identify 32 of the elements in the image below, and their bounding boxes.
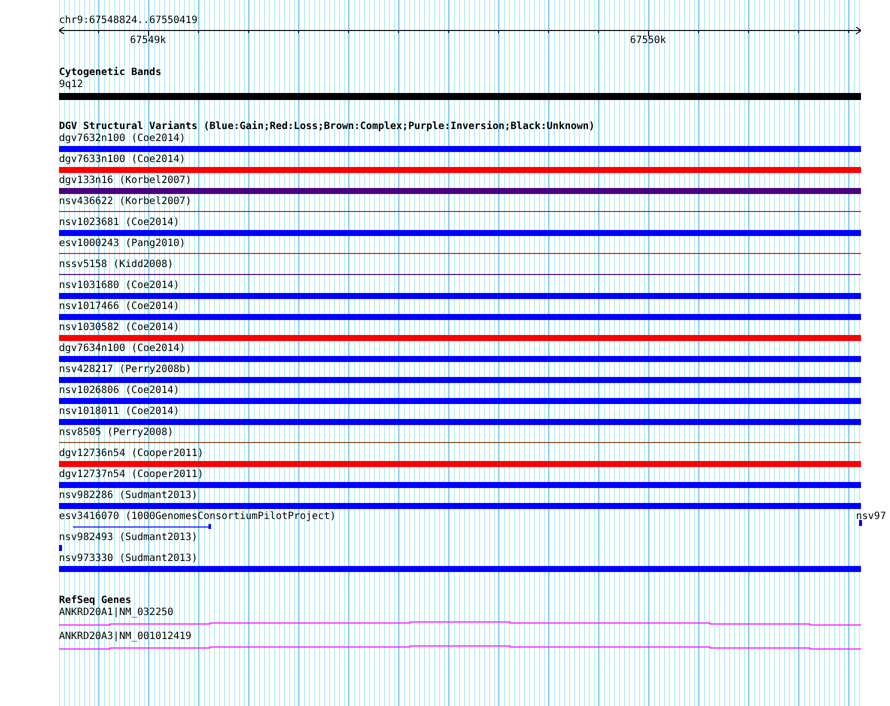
variant-mark xyxy=(859,520,862,526)
variant-label: nsv8505 (Perry2008) xyxy=(59,427,174,439)
variant-label: esv3416070 (1000GenomesConsortiumPilotProject) xyxy=(59,511,336,523)
tick-label: 67549k xyxy=(130,35,166,45)
variant-label: nsv1017466 (Coe2014) xyxy=(59,301,180,313)
gene-label: ANKRD20A1|NM_032250 xyxy=(59,607,174,619)
variant-label: dgv7634n100 (Coe2014) xyxy=(59,343,186,355)
variant-label: esv1000243 (Pang2010) xyxy=(59,238,186,250)
track-title: DGV Structural Variants (Blue:Gain;Red:Loss;Brown:Complex;Purple:Inversion;Black:Unknown) xyxy=(59,121,595,133)
variant-label: nsv436622 (Korbel2007) xyxy=(59,196,192,208)
variant-label: nsv1023681 (Coe2014) xyxy=(59,217,180,229)
variant-label: nsv1026806 (Coe2014) xyxy=(59,385,180,397)
variant-label: nsv1018011 (Coe2014) xyxy=(59,406,180,418)
variant-label: dgv7633n100 (Coe2014) xyxy=(59,154,186,166)
variant-label: nsv982493 (Sudmant2013) xyxy=(59,532,198,544)
variant-label: dgv12737n54 (Cooper2011) xyxy=(59,469,204,481)
band-label: 9q12 xyxy=(59,79,84,91)
variant-label: nssv5158 (Kidd2008) xyxy=(59,259,174,271)
variant-label: nsv1031680 (Coe2014) xyxy=(59,280,180,292)
gene-label: ANKRD20A3|NM_001012419 xyxy=(59,631,192,643)
ruler-range: chr9:67548824..67550419 xyxy=(59,15,198,27)
variant-label: nsv982286 (Sudmant2013) xyxy=(59,490,198,502)
variant-label: nsv428217 (Perry2008b) xyxy=(59,364,192,376)
track-title: Cytogenetic Bands xyxy=(59,67,162,79)
track-title: RefSeq Genes xyxy=(59,595,132,607)
variant-label: dgv133n16 (Korbel2007) xyxy=(59,175,192,187)
variant-label: nsv973330 (Sudmant2013) xyxy=(59,553,198,565)
variant-label: nsv97 xyxy=(856,511,886,523)
variant-label: nsv1030582 (Coe2014) xyxy=(59,322,180,334)
tick-label: 67550k xyxy=(630,35,666,45)
variant-label: dgv7632n100 (Coe2014) xyxy=(59,133,186,145)
variant-label: dgv12736n54 (Cooper2011) xyxy=(59,448,204,460)
